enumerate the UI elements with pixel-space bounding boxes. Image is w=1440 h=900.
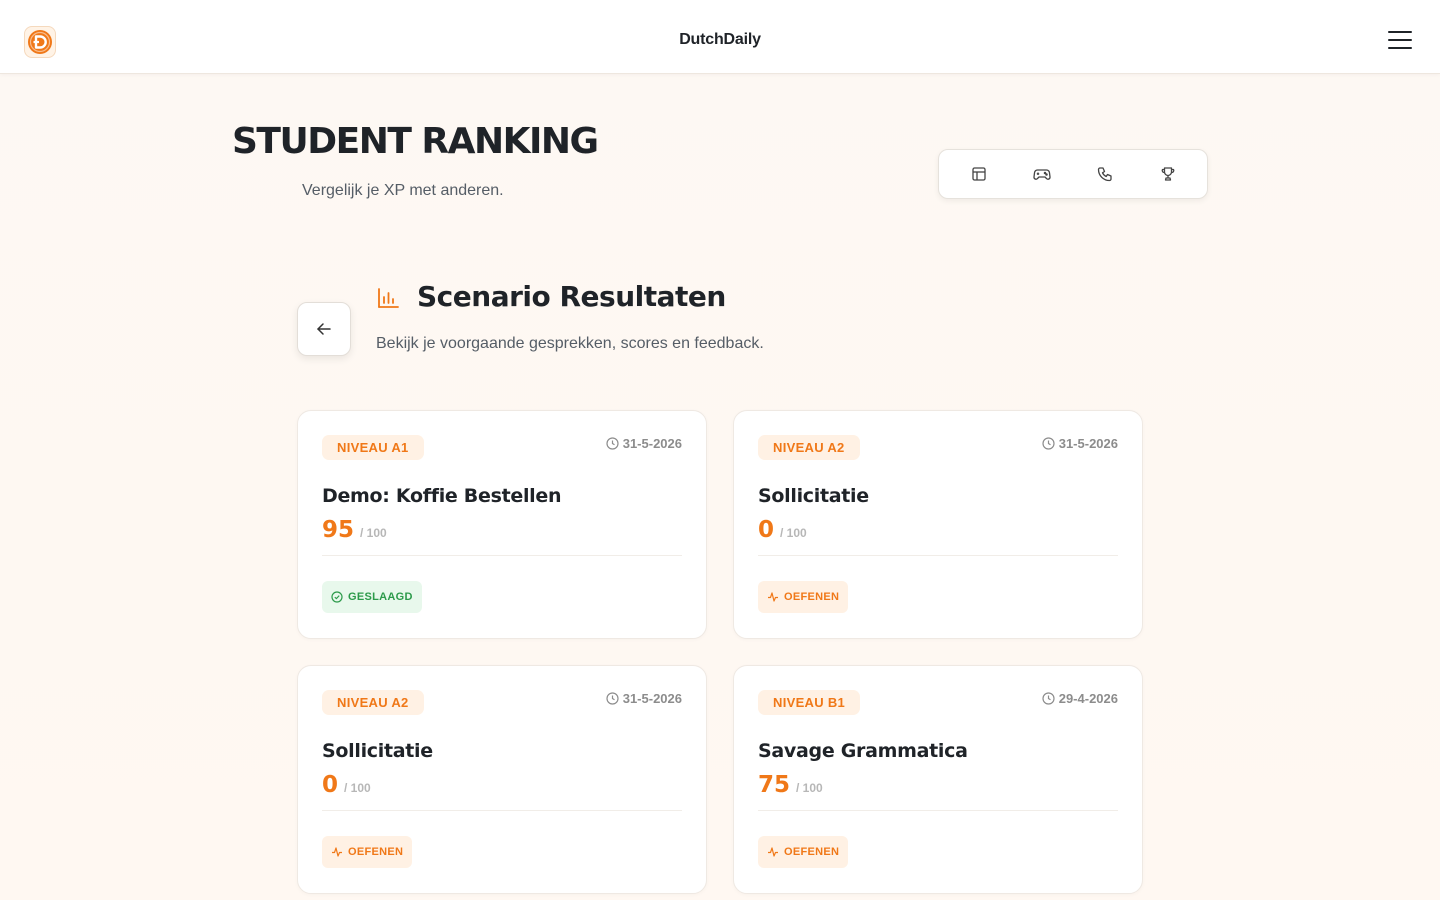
scenario-card[interactable]: NIVEAU A2 31-5-2026 Sollicitatie 0 / 100…: [297, 665, 707, 894]
clock-icon: [606, 437, 619, 450]
card-date-text: 31-5-2026: [622, 436, 682, 451]
card-date-text: 29-4-2026: [1058, 691, 1118, 706]
score-row: 0 / 100: [758, 517, 807, 543]
card-date: 31-5-2026: [606, 691, 682, 706]
score-max: / 100: [796, 781, 823, 795]
page-subtitle: Vergelijk je XP met anderen.: [302, 182, 504, 199]
score-value: 95: [322, 517, 355, 543]
score-max: / 100: [360, 526, 387, 540]
card-title: Savage Grammatica: [758, 740, 968, 762]
bar-chart-icon: [378, 288, 399, 308]
level-badge: NIVEAU A1: [322, 435, 424, 460]
score-max: / 100: [780, 526, 807, 540]
card-divider: [758, 555, 1118, 556]
back-button[interactable]: [297, 302, 351, 356]
arrow-left-icon: [317, 323, 331, 335]
card-date: 29-4-2026: [1042, 691, 1118, 706]
level-badge: NIVEAU B1: [758, 690, 861, 715]
layout-icon[interactable]: [959, 159, 999, 189]
card-date-text: 31-5-2026: [622, 691, 682, 706]
hamburger-menu-icon[interactable]: [1388, 31, 1412, 51]
card-divider: [758, 810, 1118, 811]
section-title: Scenario Resultaten: [417, 280, 726, 313]
status-badge: GESLAAGD: [322, 581, 422, 613]
card-title: Demo: Koffie Bestellen: [322, 485, 562, 507]
status-badge: OEFENEN: [758, 581, 849, 613]
scenario-card[interactable]: NIVEAU A1 31-5-2026 Demo: Koffie Bestell…: [297, 410, 707, 639]
gamepad-icon[interactable]: [1022, 159, 1062, 189]
status-label: OEFENEN: [784, 846, 840, 858]
section-nav: [938, 149, 1208, 199]
score-value: 0: [322, 772, 339, 798]
status-label: OEFENEN: [348, 846, 404, 858]
score-row: 75 / 100: [758, 772, 823, 798]
score-value: 75: [758, 772, 791, 798]
activity-icon: [768, 592, 778, 602]
clock-icon: [1042, 437, 1055, 450]
card-title: Sollicitatie: [322, 740, 433, 762]
clock-icon: [606, 692, 619, 705]
check-circle-icon: [331, 591, 343, 603]
app-title: DutchDaily: [679, 31, 761, 48]
section-subtitle: Bekijk je voorgaande gesprekken, scores …: [376, 335, 764, 352]
card-divider: [322, 555, 682, 556]
clock-icon: [1042, 692, 1055, 705]
status-label: GESLAAGD: [348, 591, 413, 603]
score-row: 0 / 100: [322, 772, 371, 798]
card-title: Sollicitatie: [758, 485, 869, 507]
status-badge: OEFENEN: [322, 836, 413, 868]
card-divider: [322, 810, 682, 811]
top-bar: DutchDaily: [0, 0, 1440, 74]
scenario-card[interactable]: NIVEAU A2 31-5-2026 Sollicitatie 0 / 100…: [733, 410, 1143, 639]
activity-icon: [768, 847, 778, 857]
level-badge: NIVEAU A2: [758, 435, 860, 460]
status-label: OEFENEN: [784, 591, 840, 603]
trophy-icon[interactable]: [1148, 159, 1188, 189]
status-badge: OEFENEN: [758, 836, 849, 868]
score-max: / 100: [344, 781, 371, 795]
card-date-text: 31-5-2026: [1058, 436, 1118, 451]
scenario-card[interactable]: NIVEAU B1 29-4-2026 Savage Grammatica 75…: [733, 665, 1143, 894]
score-row: 95 / 100: [322, 517, 387, 543]
score-value: 0: [758, 517, 775, 543]
page-title: STUDENT RANKING: [232, 121, 599, 162]
card-date: 31-5-2026: [1042, 436, 1118, 451]
phone-icon[interactable]: [1085, 159, 1125, 189]
activity-icon: [332, 847, 342, 857]
card-date: 31-5-2026: [606, 436, 682, 451]
level-badge: NIVEAU A2: [322, 690, 424, 715]
